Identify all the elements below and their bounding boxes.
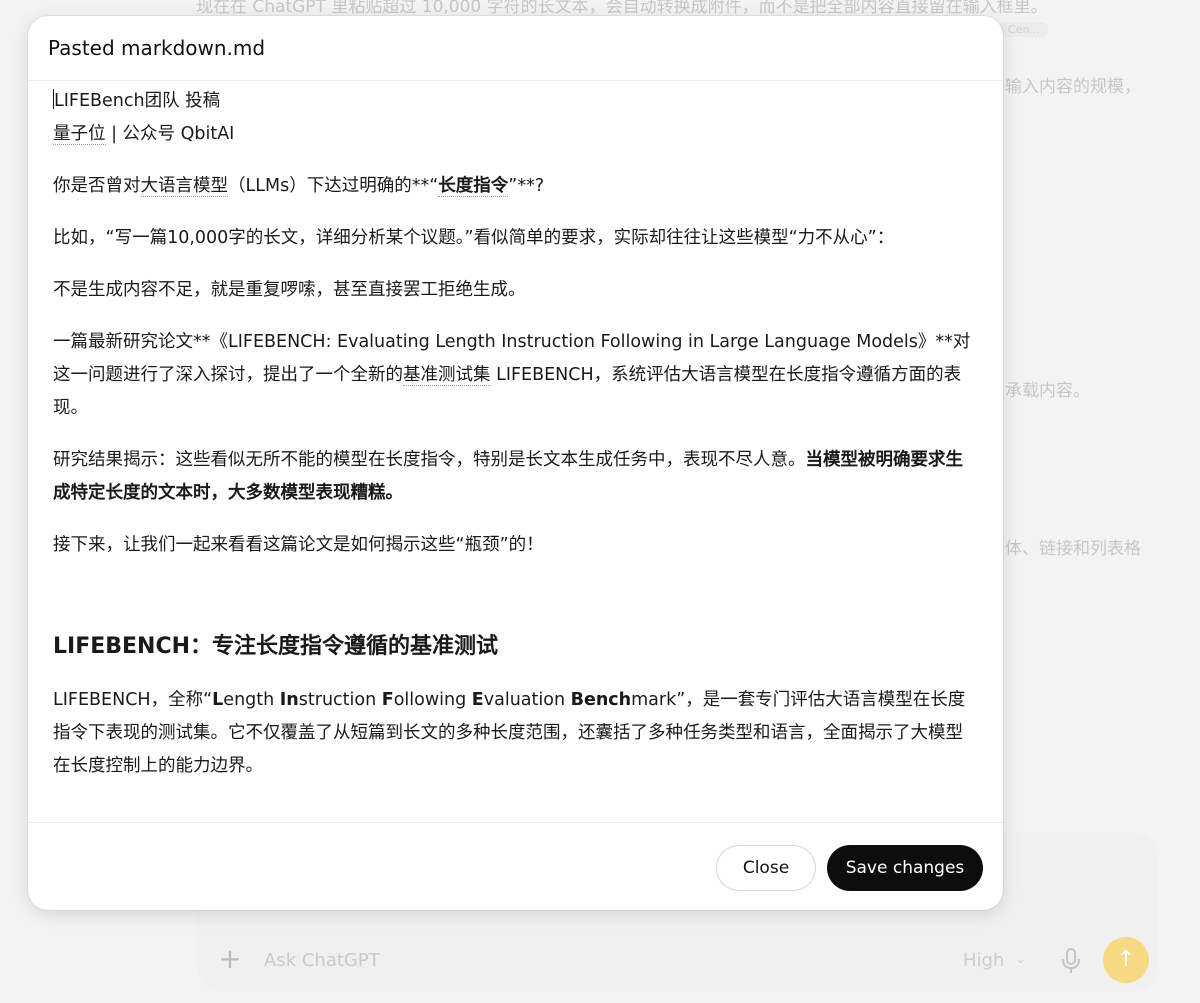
paragraph-definition: LIFEBENCH，全称“Length Instruction Followin… [53,684,978,783]
save-changes-button[interactable]: Save changes [827,845,983,891]
markdown-content[interactable]: LIFEBench团队 投稿 量子位 | 公众号 QbitAI 你是否曾对大语言… [53,85,978,802]
text-span: ollowing [393,690,472,710]
text-span: （LLMs）下达过明确的**“ [228,176,439,196]
acronym-letter: L [212,690,224,710]
text-span: valuation [483,690,571,710]
byline-source-link[interactable]: 量子位 [53,124,106,145]
text-span: 研究结果揭示：这些看似无所不能的模型在长度指令，特别是长文本生成任务中，表现不尽… [53,450,806,470]
text-span: struction [298,690,382,710]
markdown-editor[interactable]: LIFEBench团队 投稿 量子位 | 公众号 QbitAI 你是否曾对大语言… [28,81,1003,821]
length-instruction-bold: 长度指令 [438,176,509,197]
close-button[interactable]: Close [716,845,816,891]
paragraph-intro: 你是否曾对大语言模型（LLMs）下达过明确的**“长度指令”**? [53,170,978,203]
paragraph-paper: 一篇最新研究论文**《LIFEBENCH: Evaluating Length … [53,326,978,425]
text-span: ”**? [508,176,545,196]
dialog-title: Pasted markdown.md [48,36,266,60]
section-heading: LIFEBENCH：专注长度指令遵循的基准测试 [53,634,499,659]
acronym-letter: F [381,690,394,710]
paragraph-next: 接下来，让我们一起来看看这篇论文是如何揭示这些“瓶颈”的！ [53,535,544,555]
dialog-header: Pasted markdown.md [28,16,1003,81]
acronym-letter: Bench [570,690,632,710]
paragraph-example: 比如，“写一篇10,000字的长文，详细分析某个议题。”看似简单的要求，实际却往… [53,228,895,248]
acronym-letter: In [279,690,299,710]
paragraph-problem: 不是生成内容不足，就是重复啰嗦，甚至直接罢工拒绝生成。 [53,280,526,300]
text-span: 你是否曾对 [53,176,141,196]
pasted-markdown-dialog: Pasted markdown.md LIFEBench团队 投稿 量子位 | … [28,16,1003,910]
benchmark-link[interactable]: 基准测试集 [403,365,491,386]
llm-link[interactable]: 大语言模型 [140,176,228,197]
paragraph-byline: LIFEBench团队 投稿 量子位 | 公众号 QbitAI [53,85,978,151]
dialog-footer: Close Save changes [28,822,1003,910]
text-span: ength [223,690,280,710]
byline-account: | 公众号 QbitAI [105,124,235,144]
paragraph-findings: 研究结果揭示：这些看似无所不能的模型在长度指令，特别是长文本生成任务中，表现不尽… [53,444,978,510]
acronym-letter: E [471,690,484,710]
byline-team: LIFEBench团队 投稿 [54,91,221,111]
text-span: LIFEBENCH，全称“ [53,690,213,710]
